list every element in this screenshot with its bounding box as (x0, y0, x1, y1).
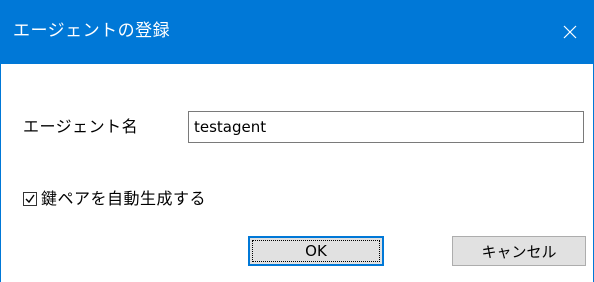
cancel-button[interactable]: キャンセル (452, 236, 586, 266)
close-icon (563, 25, 577, 39)
generate-keypair-label: 鍵ペアを自動生成する (41, 189, 207, 208)
ok-button[interactable]: OK (248, 236, 384, 266)
agent-name-input[interactable] (188, 111, 584, 143)
focus-rectangle (252, 240, 380, 262)
dialog-body: エージェント名 鍵ペアを自動生成する OK キャンセル (1, 64, 593, 282)
agent-name-label: エージェント名 (23, 117, 139, 136)
checkbox-checked-icon[interactable] (23, 192, 37, 206)
cancel-button-label: キャンセル (481, 242, 557, 261)
register-agent-dialog: エージェントの登録 エージェント名 鍵ペアを自動生成する OK (0, 0, 594, 282)
close-button[interactable] (547, 0, 593, 64)
title-bar[interactable]: エージェントの登録 (1, 0, 593, 64)
dialog-title: エージェントの登録 (13, 21, 171, 41)
generate-keypair-checkbox[interactable]: 鍵ペアを自動生成する (23, 189, 206, 209)
